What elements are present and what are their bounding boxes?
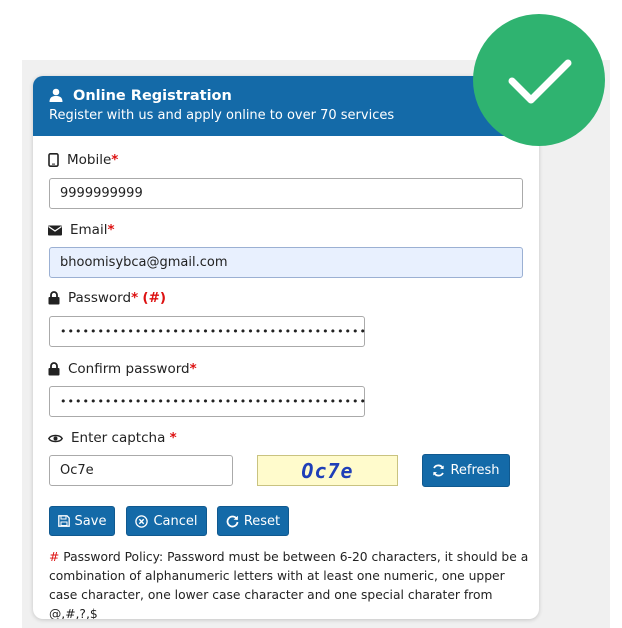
- refresh-label: Refresh: [450, 463, 500, 478]
- cancel-button[interactable]: Cancel: [126, 506, 207, 536]
- email-input[interactable]: bhoomisybca@gmail.com: [49, 247, 523, 278]
- captcha-label: Enter captcha *: [48, 430, 177, 446]
- mobile-input[interactable]: 9999999999: [49, 178, 523, 209]
- page-title: Online Registration: [73, 88, 232, 104]
- save-label: Save: [74, 513, 107, 529]
- required-marker: *: [131, 290, 139, 306]
- required-marker: *: [189, 361, 197, 377]
- save-icon: [57, 515, 70, 527]
- email-label-text: Email: [70, 222, 108, 238]
- cancel-icon: [135, 514, 149, 528]
- reset-icon: [226, 515, 239, 527]
- email-label: Email*: [48, 222, 115, 238]
- policy-text: Password Policy: Password must be betwee…: [49, 550, 529, 619]
- required-marker: *: [169, 430, 177, 446]
- reset-label: Reset: [243, 513, 281, 529]
- captcha-label-text: Enter captcha: [71, 430, 166, 446]
- confirm-password-input[interactable]: ••••••••••••••••••••••••••••••••••••••••…: [49, 386, 366, 417]
- success-badge: [473, 14, 605, 146]
- policy-marker: (#): [142, 290, 167, 306]
- refresh-icon: [433, 464, 445, 477]
- password-input[interactable]: ••••••••••••••••••••••••••••••••••••••••…: [49, 316, 366, 347]
- confirm-password-label: Confirm password*: [48, 361, 197, 377]
- confirm-password-label-text: Confirm password: [68, 361, 190, 377]
- registration-card: Online Registration Register with us and…: [33, 76, 539, 619]
- required-marker: *: [107, 222, 115, 238]
- eye-icon: [48, 434, 63, 442]
- refresh-captcha-button[interactable]: Refresh: [422, 454, 510, 487]
- card-header: Online Registration Register with us and…: [33, 76, 539, 136]
- lock-icon: [48, 362, 60, 376]
- mobile-icon: [48, 153, 59, 167]
- password-label-text: Password: [68, 290, 132, 306]
- mobile-label: Mobile*: [48, 152, 118, 168]
- password-policy: # Password Policy: Password must be betw…: [49, 548, 529, 619]
- password-label: Password* (#): [48, 290, 166, 306]
- policy-hash: #: [49, 550, 60, 564]
- page-subtitle: Register with us and apply online to ove…: [49, 108, 395, 123]
- checkmark-icon: [508, 59, 572, 104]
- user-icon: [49, 88, 63, 102]
- lock-icon: [48, 291, 60, 305]
- save-button[interactable]: Save: [49, 506, 115, 536]
- captcha-image: Oc7e: [257, 455, 398, 486]
- mobile-label-text: Mobile: [67, 152, 112, 168]
- reset-button[interactable]: Reset: [217, 506, 289, 536]
- captcha-input[interactable]: Oc7e: [49, 455, 233, 486]
- envelope-icon: [48, 225, 62, 235]
- required-marker: *: [111, 152, 119, 168]
- cancel-label: Cancel: [153, 513, 198, 529]
